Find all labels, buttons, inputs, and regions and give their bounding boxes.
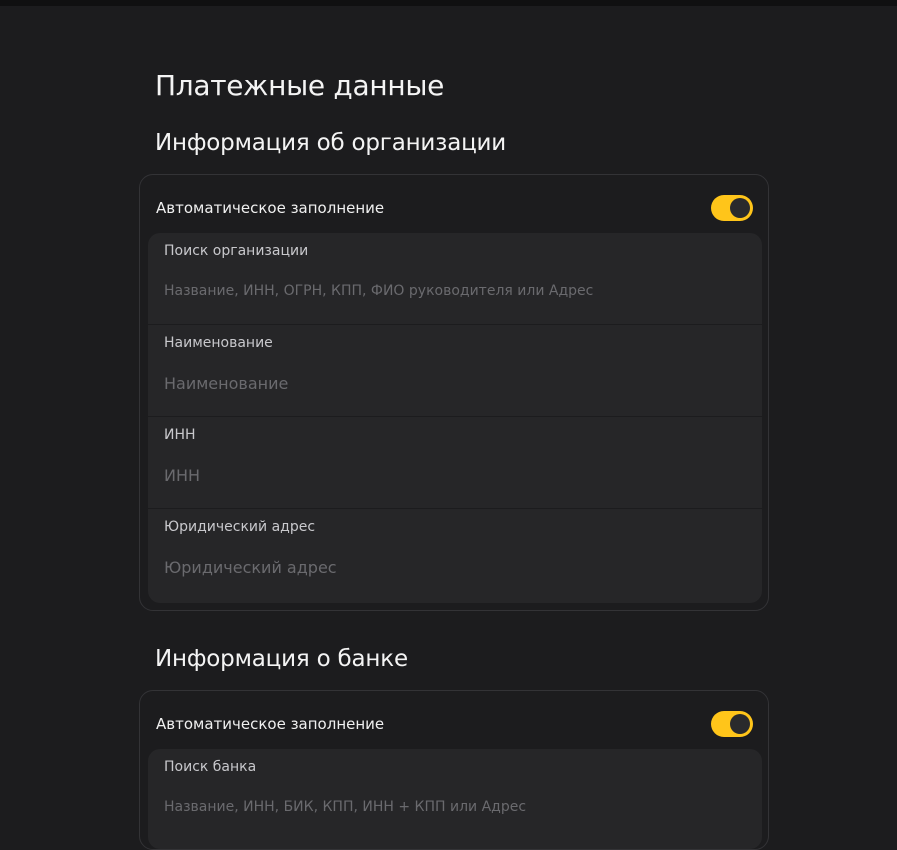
toggle-knob [730, 198, 750, 218]
organization-legal-address-field: Юридический адрес [148, 509, 762, 601]
organization-name-label: Наименование [164, 335, 273, 351]
bank-section-title: Информация о банке [155, 646, 408, 672]
organization-search-field: Поиск организации [148, 233, 762, 325]
organization-name-field: Наименование [148, 325, 762, 417]
organization-inn-label: ИНН [164, 427, 196, 443]
organization-search-label: Поиск организации [164, 243, 309, 259]
organization-fields: Поиск организации Наименование ИНН Юриди… [148, 233, 762, 603]
organization-section-title: Информация об организации [155, 130, 507, 156]
organization-card: Автоматическое заполнение Поиск организа… [139, 174, 769, 611]
organization-legal-address-input[interactable] [164, 553, 744, 581]
organization-legal-address-label: Юридический адрес [164, 519, 316, 535]
bank-search-input[interactable] [164, 793, 744, 821]
organization-auto-fill-toggle[interactable] [711, 195, 753, 221]
top-bar [0, 0, 897, 6]
organization-name-input[interactable] [164, 369, 744, 397]
organization-auto-fill-label: Автоматическое заполнение [156, 199, 385, 217]
bank-auto-fill-toggle[interactable] [711, 711, 753, 737]
organization-inn-input[interactable] [164, 461, 744, 489]
organization-inn-field: ИНН [148, 417, 762, 509]
bank-auto-fill-label: Автоматическое заполнение [156, 715, 385, 733]
toggle-knob [730, 714, 750, 734]
bank-card: Автоматическое заполнение Поиск банка [139, 690, 769, 850]
page-title: Платежные данные [155, 69, 445, 102]
organization-auto-fill-row: Автоматическое заполнение [140, 175, 768, 233]
bank-search-field: Поиск банка [148, 749, 762, 841]
bank-search-label: Поиск банка [164, 759, 257, 775]
bank-auto-fill-row: Автоматическое заполнение [140, 691, 768, 749]
organization-search-input[interactable] [164, 277, 744, 305]
bank-fields: Поиск банка [148, 749, 762, 849]
